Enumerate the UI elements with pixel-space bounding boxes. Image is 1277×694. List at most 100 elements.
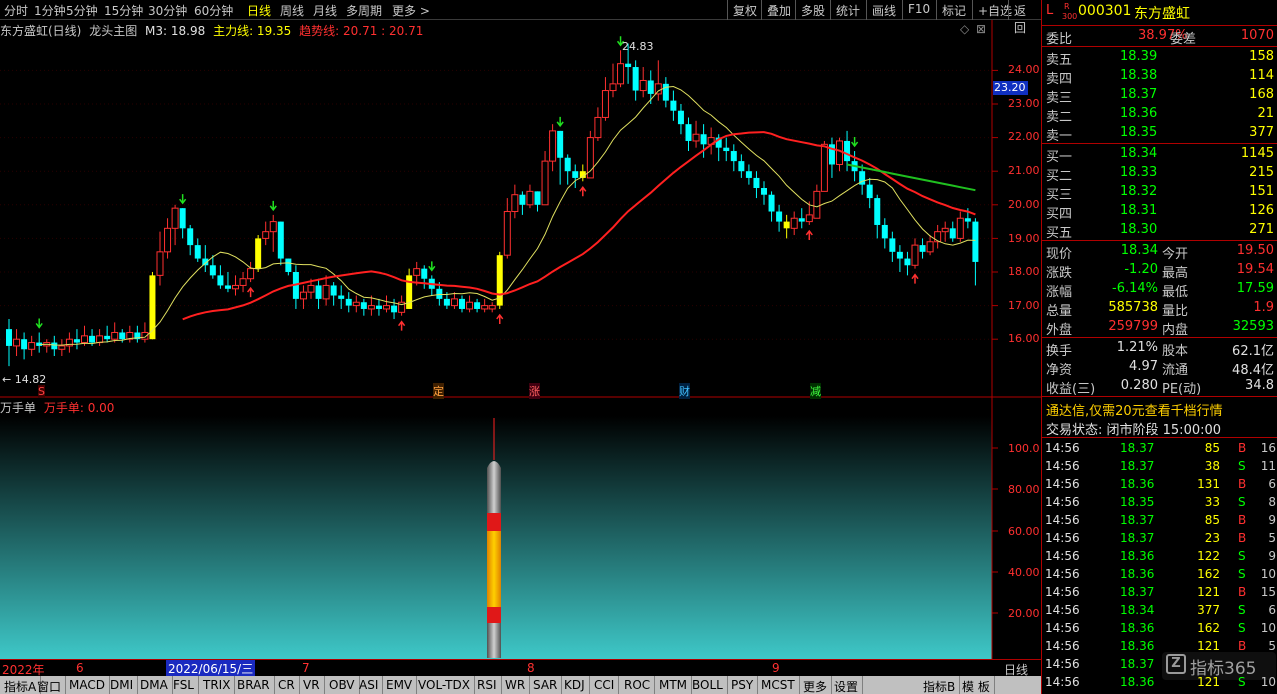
candle[interactable] — [255, 235, 262, 272]
candle[interactable] — [398, 295, 406, 316]
bid-level-row[interactable]: 买三 18.32 151 — [1042, 183, 1277, 203]
period-tab-15min[interactable]: 15分钟 — [104, 2, 143, 19]
bid-level-row[interactable]: 买二 18.33 215 — [1042, 164, 1277, 184]
tick-row[interactable]: 14:56 18.36 121 S 10 — [1042, 674, 1277, 692]
bid-level-row[interactable]: 买四 18.31 126 — [1042, 202, 1277, 222]
candle[interactable] — [164, 218, 172, 259]
tab-dma[interactable]: DMA — [136, 676, 173, 694]
candle[interactable] — [58, 339, 66, 356]
tick-row[interactable]: 14:56 18.34 377 S 6 — [1042, 602, 1277, 620]
candle[interactable] — [247, 261, 255, 283]
candle[interactable] — [904, 251, 911, 276]
candle[interactable] — [761, 181, 767, 205]
promo-row[interactable]: 通达信,仅需20元查看千档行情 — [1042, 399, 1277, 419]
candle[interactable] — [564, 154, 571, 185]
candle[interactable] — [421, 265, 428, 289]
tick-row[interactable]: 14:56 18.37 85 B 16 — [1042, 440, 1277, 458]
candle[interactable] — [352, 295, 360, 313]
candle[interactable] — [828, 137, 835, 178]
period-tab-multi[interactable]: 多周期 — [346, 2, 382, 19]
tick-row[interactable]: 14:56 18.36 121 B 5 — [1042, 638, 1277, 656]
candle[interactable] — [617, 50, 625, 88]
candle[interactable] — [677, 104, 684, 135]
period-tab-intraday[interactable]: 分时 — [4, 2, 28, 19]
candle[interactable] — [285, 258, 292, 276]
candle[interactable] — [179, 208, 186, 239]
tab-cci[interactable]: CCI — [590, 676, 620, 694]
candle[interactable] — [972, 218, 979, 286]
f10-button[interactable]: F10 — [902, 0, 935, 20]
tick-row[interactable]: 14:56 18.37 121 B 15 — [1042, 584, 1277, 602]
candle[interactable] — [428, 275, 435, 296]
tab-vr[interactable]: VR — [299, 676, 325, 694]
candle[interactable] — [609, 63, 617, 98]
candle[interactable] — [511, 184, 519, 219]
tab-sar[interactable]: SAR — [529, 676, 563, 694]
candle[interactable] — [572, 164, 579, 188]
candle[interactable] — [322, 275, 330, 306]
candle[interactable] — [239, 272, 247, 293]
tick-row[interactable]: 14:56 18.36 122 S 9 — [1042, 548, 1277, 566]
candle[interactable] — [503, 198, 511, 259]
candle[interactable] — [43, 339, 51, 353]
candle[interactable] — [519, 191, 526, 215]
tab-cr[interactable]: CR — [274, 676, 300, 694]
candle[interactable] — [202, 245, 209, 272]
candle[interactable] — [707, 127, 715, 155]
indicator-chart[interactable] — [0, 398, 1041, 659]
period-tab-weekly[interactable]: 周线 — [280, 2, 304, 19]
adjust-button[interactable]: 复权 — [727, 0, 762, 20]
tab-more[interactable]: 更多 — [799, 676, 833, 694]
period-tab-daily[interactable]: 日线 — [247, 2, 271, 19]
candle[interactable] — [194, 238, 201, 262]
candle[interactable] — [232, 275, 239, 296]
tab-brar[interactable]: BRAR — [233, 676, 275, 694]
candle[interactable] — [224, 272, 231, 293]
quote-row[interactable]: 现价 18.34 今开 19.50 — [1042, 242, 1277, 262]
candle[interactable] — [874, 194, 881, 239]
candle[interactable] — [338, 285, 345, 309]
tab-indicator-b[interactable]: 指标B — [919, 676, 961, 694]
bid-level-row[interactable]: 买一 18.34 1145 — [1042, 145, 1277, 165]
tab-dmi[interactable]: DMI — [106, 676, 139, 694]
candle[interactable] — [866, 177, 873, 209]
candle[interactable] — [738, 154, 745, 178]
candle[interactable] — [730, 144, 737, 172]
mark-button[interactable]: 标记 — [936, 0, 971, 20]
event-marker[interactable]: 减 — [810, 383, 821, 399]
tab-boll[interactable]: BOLL — [688, 676, 728, 694]
ask-level-row[interactable]: 卖二 18.36 21 — [1042, 105, 1277, 125]
candle[interactable] — [526, 184, 534, 209]
event-marker[interactable]: S — [38, 385, 45, 398]
tab-emv[interactable]: EMV — [382, 676, 418, 694]
candle[interactable] — [934, 224, 942, 249]
quote-row[interactable]: 涨幅 -6.14% 最低 17.59 — [1042, 280, 1277, 300]
candle[interactable] — [662, 77, 669, 108]
tab-mcst[interactable]: MCST — [757, 676, 800, 694]
candle[interactable] — [13, 329, 21, 356]
quote-row[interactable]: 外盘 259799 内盘 32593 — [1042, 318, 1277, 338]
tick-row[interactable]: 14:56 18.36 162 S 10 — [1042, 566, 1277, 584]
tab-wr[interactable]: WR — [501, 676, 531, 694]
tab-mtm[interactable]: MTM — [655, 676, 693, 694]
tab-rsi[interactable]: RSI — [473, 676, 502, 694]
candle[interactable] — [187, 224, 194, 256]
candle[interactable] — [262, 221, 270, 246]
candle[interactable] — [692, 120, 700, 148]
candle[interactable] — [391, 298, 398, 320]
candle[interactable] — [36, 332, 43, 353]
candle[interactable] — [836, 137, 843, 172]
candle[interactable] — [28, 335, 36, 356]
period-tab-30min[interactable]: 30分钟 — [148, 2, 187, 19]
candle[interactable] — [790, 211, 798, 236]
candle[interactable] — [654, 60, 662, 101]
candle[interactable] — [919, 238, 926, 259]
tab-trix[interactable]: TRIX — [199, 676, 236, 694]
back-button[interactable]: 返回 — [1008, 0, 1041, 35]
fundamental-row[interactable]: 收益(三) 0.280 PE(动) 34.8 — [1042, 377, 1277, 397]
candle[interactable] — [299, 285, 307, 309]
candlestick-chart[interactable] — [0, 20, 1041, 398]
event-marker[interactable]: 财 — [679, 383, 690, 399]
quote-row[interactable]: 总量 585738 量比 1.9 — [1042, 299, 1277, 319]
candle[interactable] — [685, 117, 692, 152]
